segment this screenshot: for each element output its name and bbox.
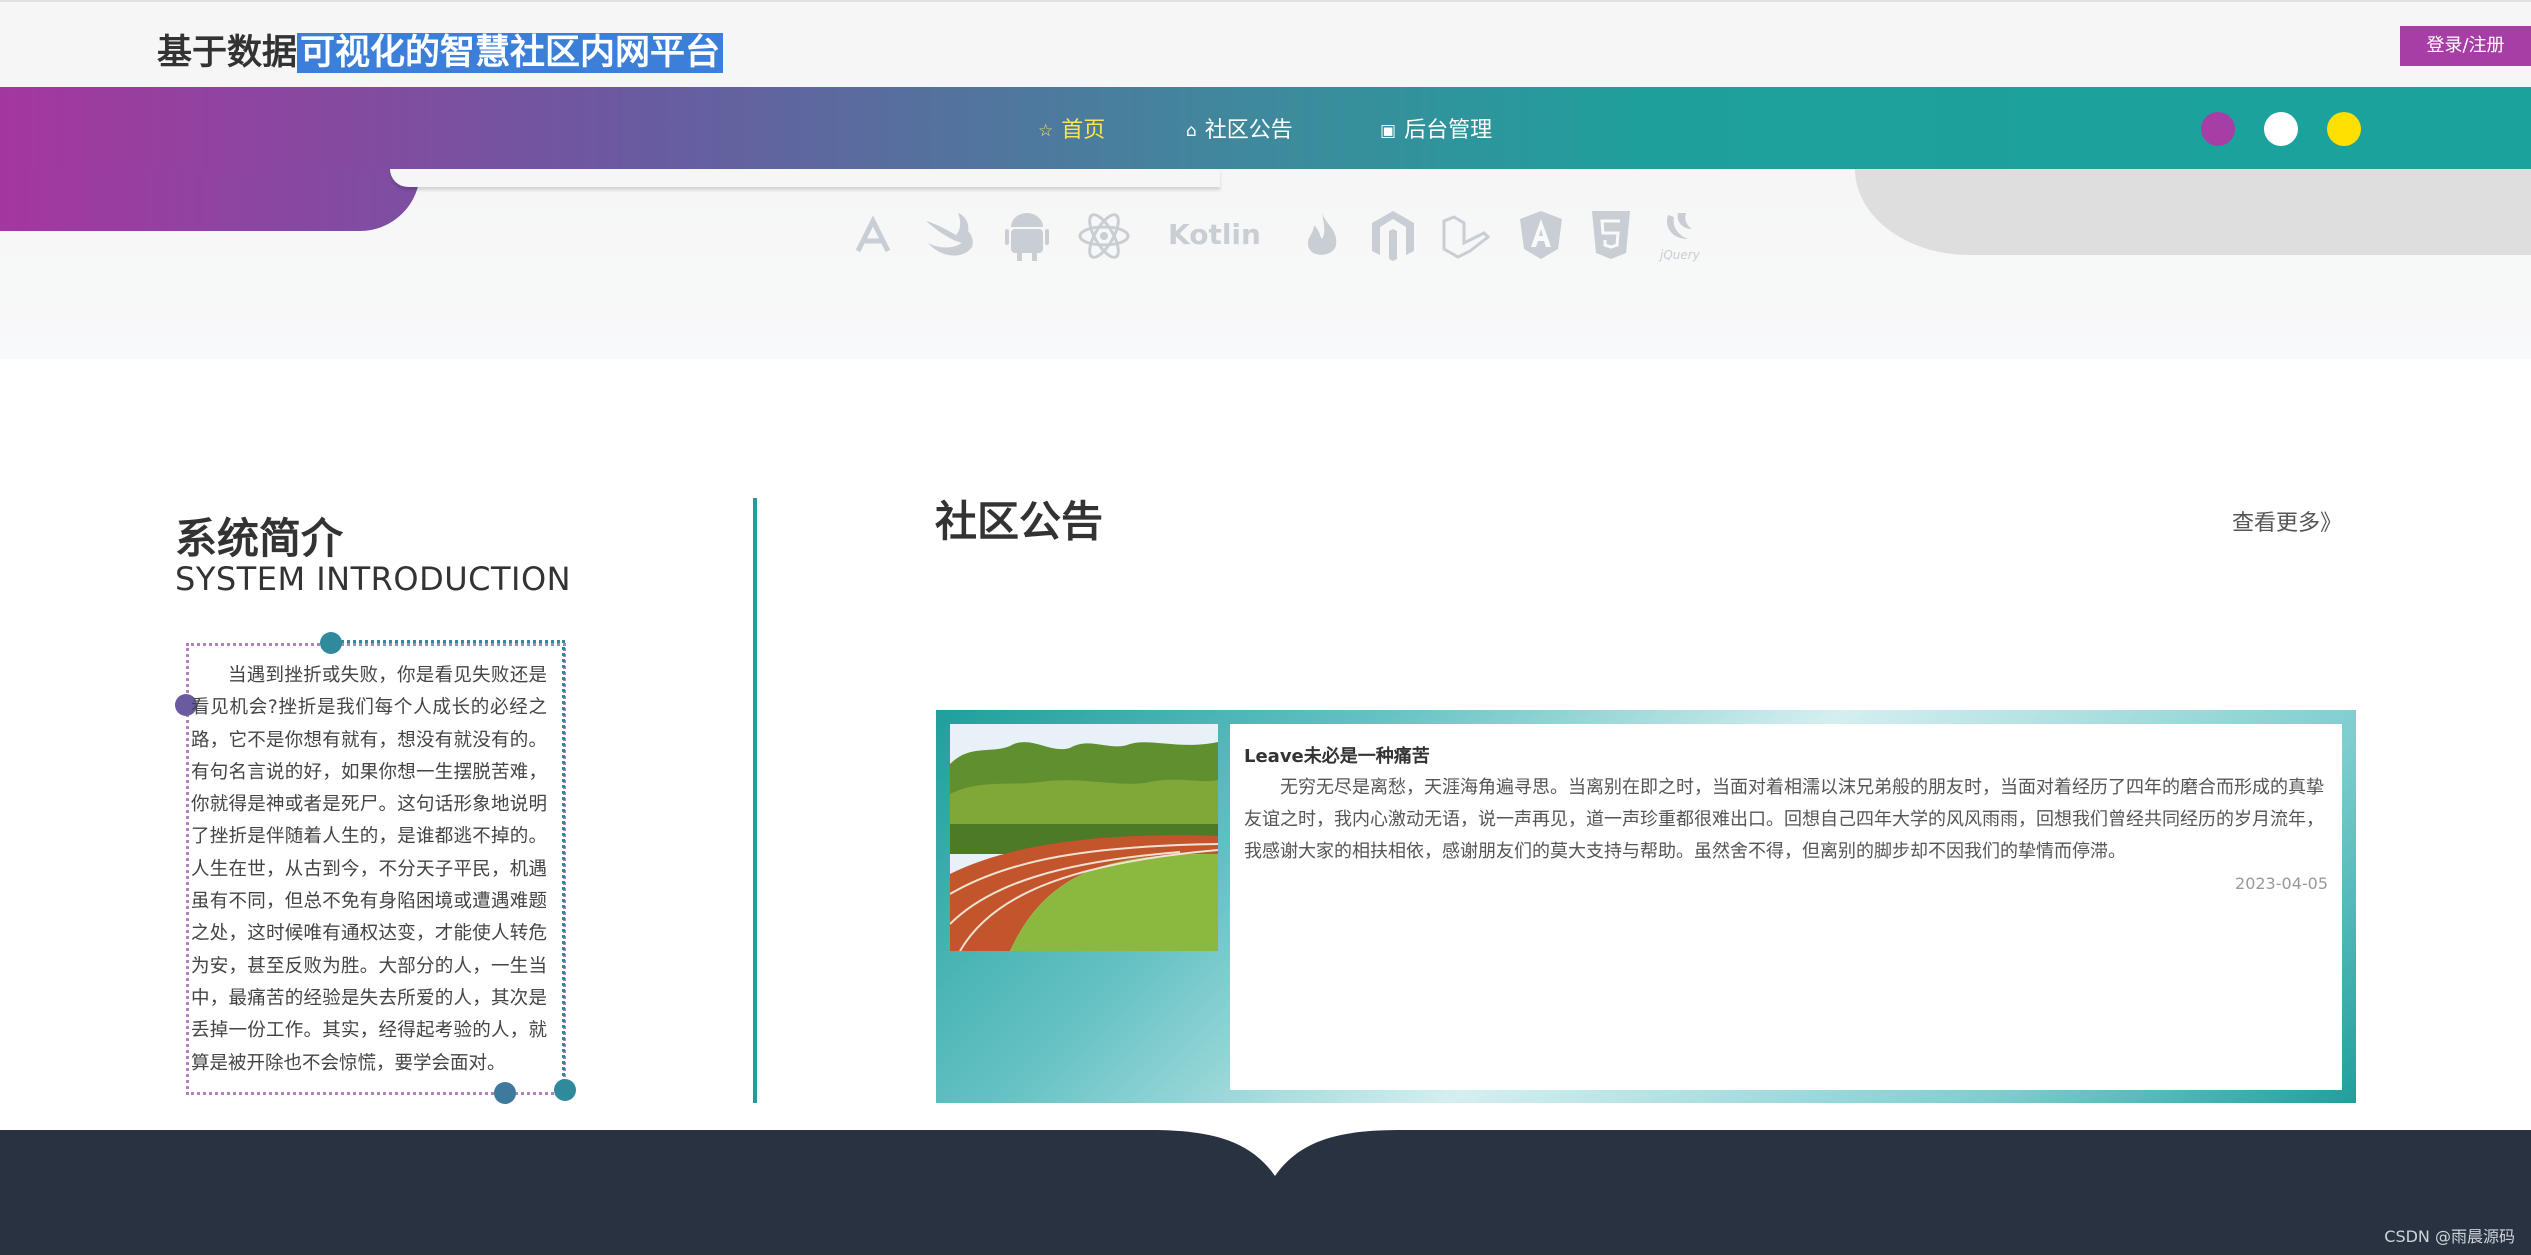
site-title-highlight: 可视化的智慧社区内网平台: [297, 33, 724, 73]
main-nav: ☆ 首页 ⌂ 社区公告 ▣ 后台管理: [0, 87, 2531, 169]
appstore-icon: [855, 215, 891, 253]
frame-dot: [554, 1079, 576, 1101]
frame-dot: [320, 632, 342, 654]
wave-left-decoration: [0, 169, 420, 231]
wave-right-decoration: [1855, 169, 2531, 255]
theme-dot-purple[interactable]: [2201, 112, 2235, 146]
admin-icon: ▣: [1380, 121, 1397, 141]
notice-headline[interactable]: Leave未必是一种痛苦: [1244, 742, 1430, 768]
kotlin-icon: Kotlin: [1168, 218, 1261, 251]
site-title: 基于数据可视化的智慧社区内网平台: [157, 24, 724, 75]
theme-dot-white[interactable]: [2264, 112, 2298, 146]
star-icon: ☆: [1038, 121, 1054, 141]
notice-date: 2023-04-05: [2235, 874, 2328, 893]
running-track-image: [950, 724, 1218, 951]
notice-card[interactable]: Leave未必是一种痛苦 无穷无尽是离愁，天涯海角遍寻思。当离别在即之时，当面对…: [936, 710, 2356, 1103]
notice-section-title: 社区公告: [935, 497, 1104, 546]
notice-body: Leave未必是一种痛苦 无穷无尽是离愁，天涯海角遍寻思。当离别在即之时，当面对…: [1230, 724, 2342, 1090]
notice-thumbnail[interactable]: [950, 724, 1218, 951]
nav-item-home[interactable]: ☆ 首页: [1038, 112, 1105, 144]
login-register-button[interactable]: 登录/注册: [2400, 26, 2531, 66]
nav-item-admin-label: 后台管理: [1404, 118, 1493, 143]
section-divider: [753, 498, 757, 1103]
watermark: CSDN @雨晨源码: [2384, 1227, 2515, 1246]
swift-icon: [926, 213, 973, 256]
jquery-icon: jQuery: [1658, 213, 1701, 262]
footer-notch-decoration: [1150, 1120, 1400, 1176]
react-icon: [1078, 213, 1130, 259]
laravel-icon: [1442, 215, 1491, 259]
site-title-plain: 基于数据: [157, 33, 298, 73]
nav-item-admin[interactable]: ▣ 后台管理: [1380, 112, 1492, 144]
flame-icon: [1307, 213, 1337, 255]
top-bar: 基于数据可视化的智慧社区内网平台 登录/注册: [0, 0, 2531, 87]
tech-icon-strip: Kotlin jQuery: [850, 205, 1710, 265]
svg-text:jQuery: jQuery: [1658, 248, 1701, 262]
notice-text: 无穷无尽是离愁，天涯海角遍寻思。当离别在即之时，当面对着相濡以沫兄弟般的朋友时，…: [1244, 777, 2324, 862]
angular-icon: [1520, 211, 1562, 259]
view-more-link[interactable]: 查看更多》: [2232, 505, 2342, 537]
nav-item-announcements-label: 社区公告: [1204, 118, 1293, 143]
magento-icon: [1372, 211, 1414, 261]
intro-title: 系统简介: [175, 514, 344, 563]
home-icon: ⌂: [1186, 121, 1197, 141]
html5-icon: [1592, 211, 1630, 259]
intro-text: 当遇到挫折或失败，你是看见失败还是看见机会?挫折是我们每个人成长的必经之路，它不…: [191, 665, 547, 1074]
intro-subtitle: SYSTEM INTRODUCTION: [175, 560, 572, 598]
android-icon: [1005, 213, 1049, 261]
theme-dot-yellow[interactable]: [2327, 112, 2361, 146]
wave-line-decoration: [390, 169, 1220, 187]
nav-item-home-label: 首页: [1061, 118, 1106, 143]
nav-item-announcements[interactable]: ⌂ 社区公告: [1186, 112, 1293, 144]
